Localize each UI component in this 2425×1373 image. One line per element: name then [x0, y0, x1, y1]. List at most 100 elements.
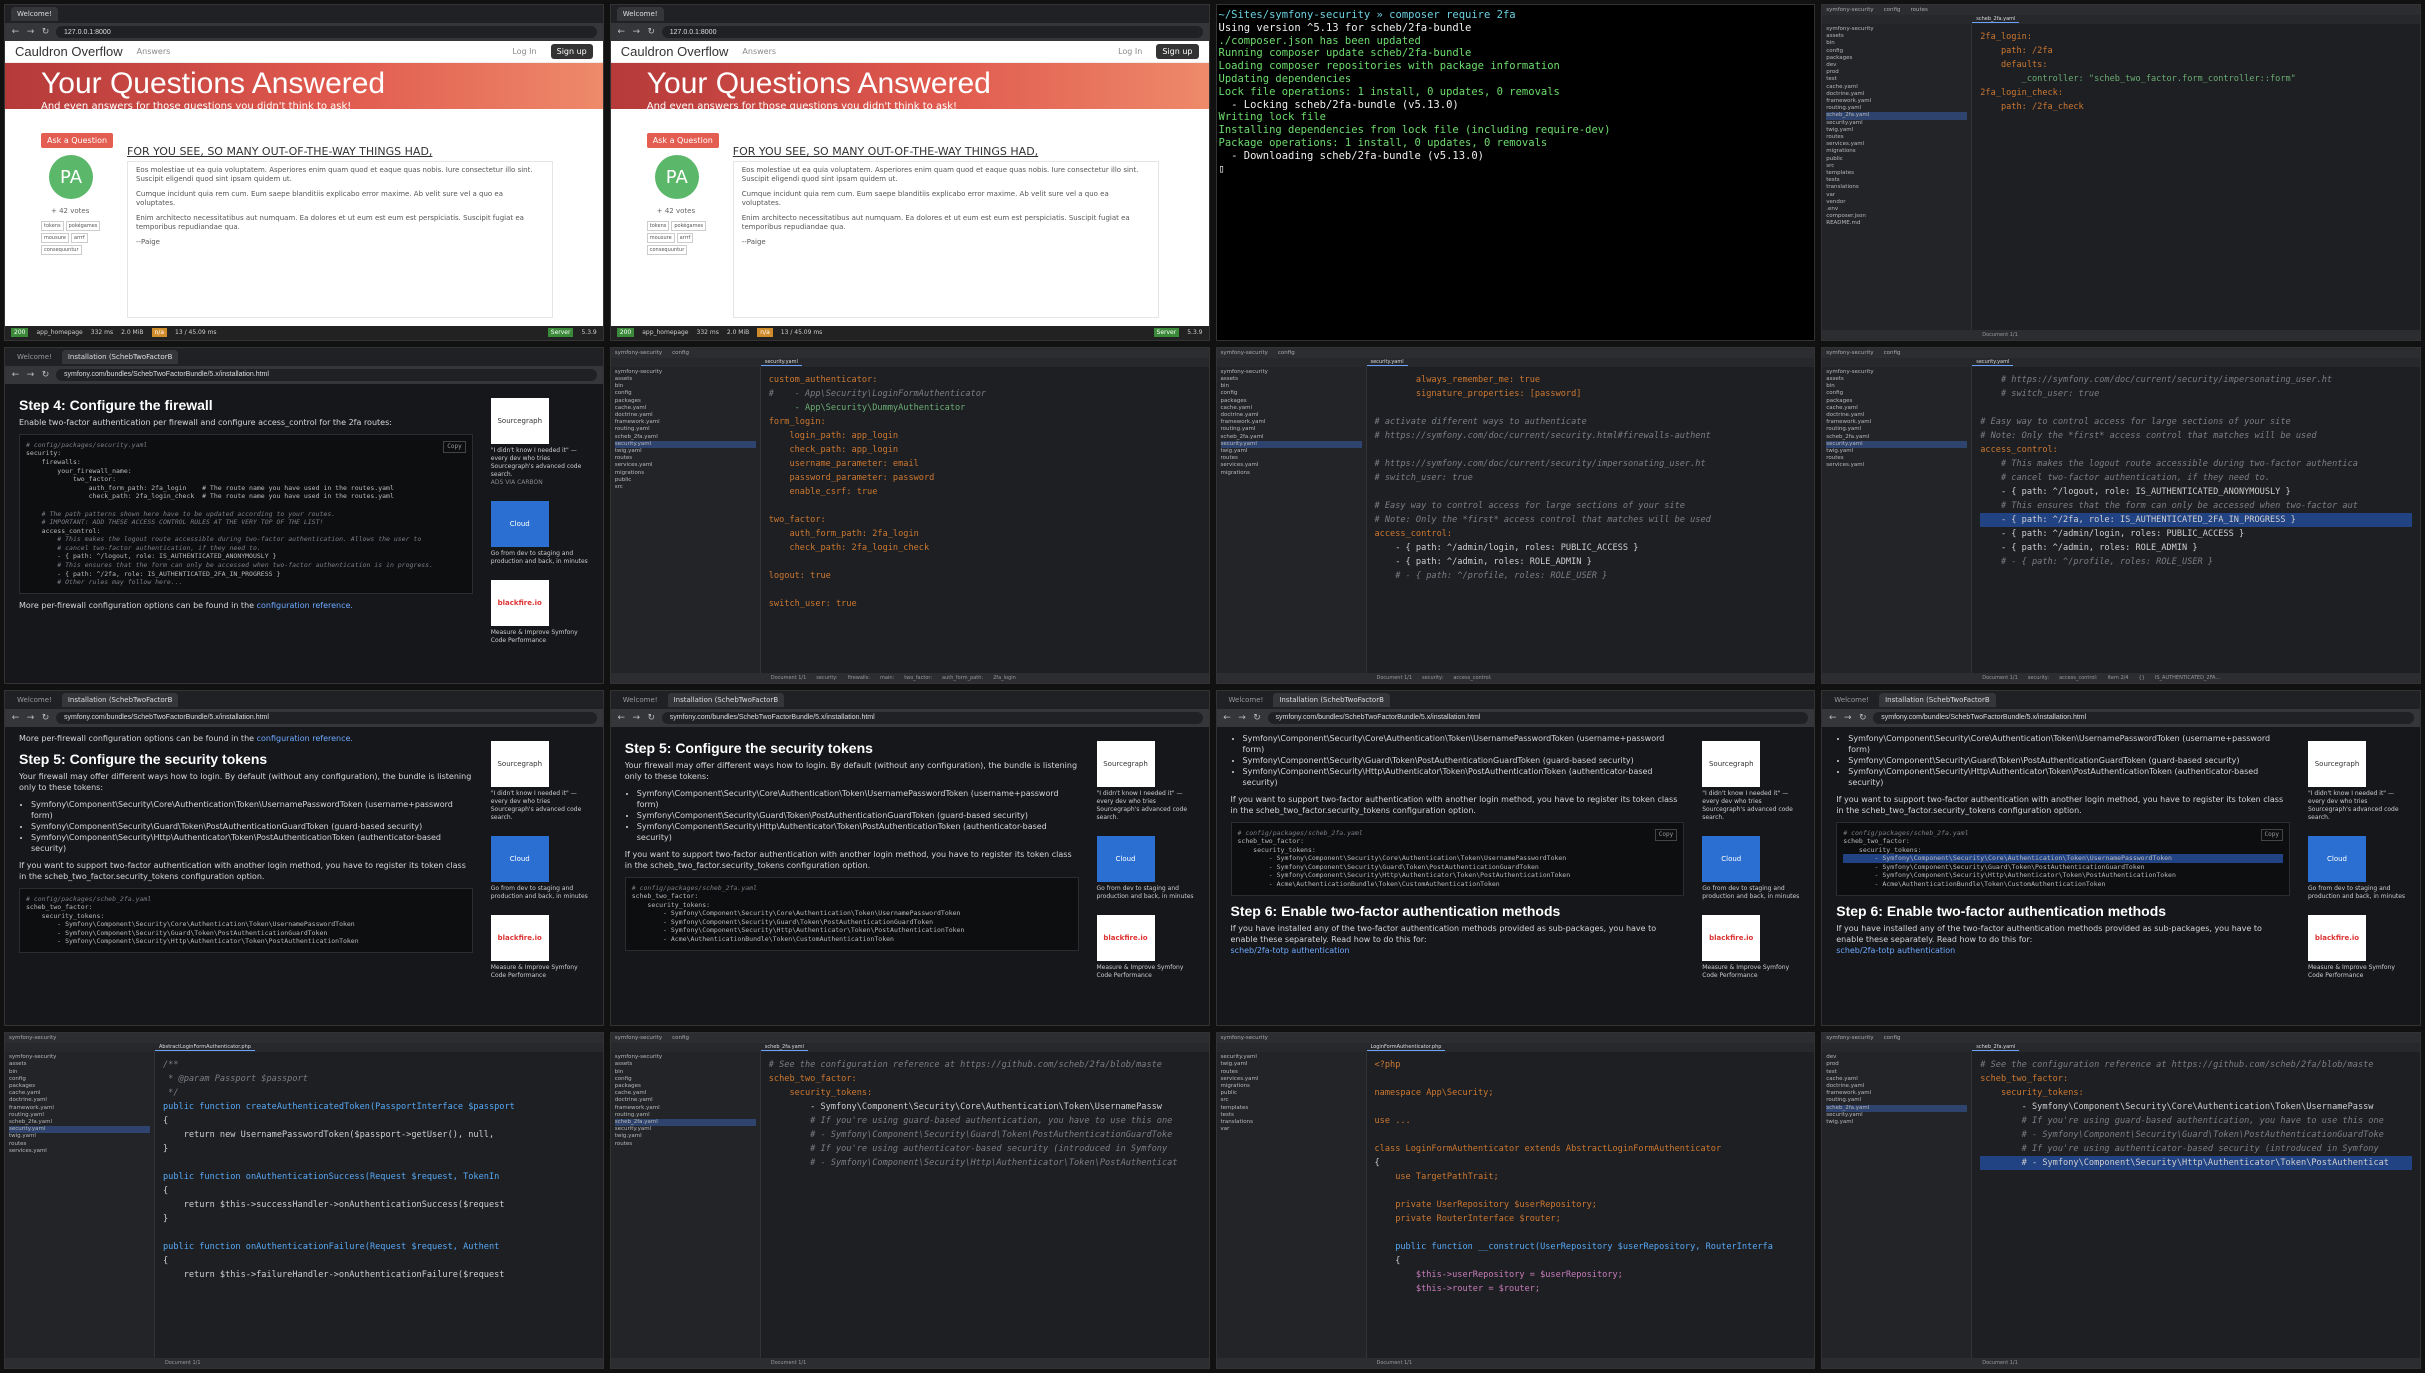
ad-cloud[interactable]: Cloud Go from dev to staging and product…: [490, 500, 591, 566]
tree-item[interactable]: routing.yaml: [9, 1112, 150, 1119]
code-block[interactable]: # config/packages/scheb_2fa.yaml scheb_t…: [624, 876, 1079, 951]
code-editor[interactable]: # See the configuration reference at htt…: [1972, 1052, 2420, 1358]
editor-tab[interactable]: scheb_2fa.yaml: [1972, 16, 2020, 23]
tree-item[interactable]: tests: [1221, 1112, 1362, 1119]
tree-item[interactable]: scheb_2fa.yaml: [9, 1119, 150, 1126]
tree-item[interactable]: routes: [9, 1141, 150, 1148]
tag[interactable]: mousure: [646, 233, 675, 243]
browser-tab[interactable]: Installation (SchebTwoFactorB: [61, 692, 179, 707]
code-block[interactable]: Copy # config/packages/scheb_2fa.yaml sc…: [1836, 821, 2290, 896]
tree-item[interactable]: scheb_2fa.yaml: [1221, 434, 1362, 441]
tree-item[interactable]: composer.json: [1826, 213, 1967, 220]
site-brand[interactable]: Cauldron Overflow: [621, 44, 729, 59]
tree-item[interactable]: config: [1826, 48, 1967, 55]
tree-item[interactable]: bin: [615, 383, 756, 390]
reload-icon[interactable]: ↻: [1253, 713, 1262, 723]
tree-item[interactable]: src: [1826, 163, 1967, 170]
browser-tab[interactable]: Welcome!: [617, 693, 664, 707]
back-icon[interactable]: ←: [617, 713, 626, 723]
tree-item[interactable]: doctrine.yaml: [615, 1097, 756, 1104]
db-time[interactable]: 13 / 45.09 ms: [175, 329, 217, 336]
tree-item[interactable]: cache.yaml: [1221, 405, 1362, 412]
code-editor[interactable]: 2fa_login: path: /2fa defaults: _control…: [1972, 24, 2420, 330]
browser-tab[interactable]: Installation (SchebTwoFactorB: [667, 692, 785, 707]
code-editor[interactable]: <?php namespace App\Security; use ... cl…: [1367, 1052, 1815, 1358]
editor-tab[interactable]: AbstractLoginFormAuthenticator.php: [155, 1044, 255, 1052]
back-icon[interactable]: ←: [11, 370, 20, 380]
tree-item[interactable]: config: [615, 390, 756, 397]
project-name[interactable]: symfony-security: [1826, 350, 1873, 356]
editor-tab[interactable]: LoginFormAuthenticator.php: [1366, 1044, 1446, 1052]
tree-item[interactable]: security.yaml: [615, 1126, 756, 1133]
browser-tab[interactable]: Welcome!: [11, 7, 58, 21]
tree-item[interactable]: symfony-security: [615, 1054, 756, 1061]
tree-item[interactable]: services.yaml: [1221, 1076, 1362, 1083]
login-link[interactable]: Log In: [512, 47, 536, 56]
tree-item[interactable]: cache.yaml: [9, 1090, 150, 1097]
time[interactable]: 332 ms: [91, 329, 113, 336]
tree-item[interactable]: packages: [1826, 398, 1967, 405]
forward-icon[interactable]: →: [26, 27, 35, 37]
totp-link[interactable]: scheb/2fa-totp authentication: [1836, 945, 2290, 956]
code-block[interactable]: Copy # config/packages/scheb_2fa.yaml sc…: [1230, 821, 1685, 896]
tree-item[interactable]: symfony-security: [615, 369, 756, 376]
ad-sourcegraph[interactable]: Sourcegraph "I didn't know I needed it" …: [490, 740, 591, 822]
config-reference-link[interactable]: configuration reference.: [257, 734, 353, 743]
copy-button[interactable]: Copy: [2260, 828, 2283, 842]
ad-sourcegraph[interactable]: Sourcegraph "I didn't know I needed it" …: [1096, 740, 1197, 822]
back-icon[interactable]: ←: [617, 27, 626, 37]
breadcrumb[interactable]: config: [672, 1035, 689, 1041]
tree-item[interactable]: twig.yaml: [1826, 127, 1967, 134]
tree-item[interactable]: security.yaml: [1220, 440, 1362, 448]
logs[interactable]: n/a: [757, 328, 773, 338]
tree-item[interactable]: routes: [1221, 455, 1362, 462]
tree-item[interactable]: symfony-security: [9, 1054, 150, 1061]
tree-item[interactable]: migrations: [615, 470, 756, 477]
tag[interactable]: pokégames: [65, 221, 101, 231]
breadcrumb[interactable]: routes: [1910, 7, 1927, 13]
tree-item[interactable]: templates: [1221, 1105, 1362, 1112]
project-name[interactable]: symfony-security: [9, 1035, 56, 1041]
ad-sourcegraph[interactable]: Sourcegraph "I didn't know I needed it" …: [1702, 740, 1802, 822]
tree-item[interactable]: .env: [1826, 206, 1967, 213]
tree-item[interactable]: twig.yaml: [1826, 1119, 1967, 1126]
signup-button[interactable]: Sign up: [550, 44, 593, 59]
code-editor[interactable]: # See the configuration reference at htt…: [761, 1052, 1209, 1358]
forward-icon[interactable]: →: [632, 713, 641, 723]
tag[interactable]: tokens: [646, 221, 670, 231]
breadcrumb[interactable]: config: [672, 350, 689, 356]
tree-item[interactable]: framework.yaml: [615, 419, 756, 426]
tree-item[interactable]: routes: [615, 455, 756, 462]
tree-item[interactable]: cache.yaml: [615, 1090, 756, 1097]
forward-icon[interactable]: →: [1238, 713, 1247, 723]
status-code[interactable]: 200: [616, 328, 635, 338]
url-input[interactable]: symfony.com/bundles/SchebTwoFactorBundle…: [661, 711, 1203, 724]
tree-item[interactable]: framework.yaml: [615, 1105, 756, 1112]
back-icon[interactable]: ←: [1223, 713, 1232, 723]
browser-tab[interactable]: Installation (SchebTwoFactorB: [1879, 692, 1996, 707]
tree-item[interactable]: bin: [9, 1069, 150, 1076]
tree-item[interactable]: cache.yaml: [615, 405, 756, 412]
tree-item[interactable]: routing.yaml: [615, 1112, 756, 1119]
editor-tab[interactable]: security.yaml: [1972, 359, 2014, 366]
ad-cloud[interactable]: Cloud Go from dev to staging and product…: [490, 835, 591, 901]
tree-item[interactable]: scheb_2fa.yaml: [1826, 112, 1968, 120]
project-name[interactable]: symfony-security: [1221, 350, 1268, 356]
tag[interactable]: consequuntur: [41, 245, 82, 255]
tree-item[interactable]: services.yaml: [1826, 141, 1967, 148]
tree-item[interactable]: packages: [615, 398, 756, 405]
tree-item[interactable]: symfony-security: [1221, 369, 1362, 376]
tree-item[interactable]: dev: [1826, 62, 1967, 69]
tree-item[interactable]: security.yaml: [1826, 120, 1967, 127]
copy-button[interactable]: Copy: [1654, 828, 1678, 842]
tree-item[interactable]: doctrine.yaml: [1826, 412, 1967, 419]
question-title[interactable]: FOR YOU SEE, SO MANY OUT-OF-THE-WAY THIN…: [127, 145, 432, 158]
tree-item[interactable]: security.yaml: [1221, 1054, 1362, 1061]
tree-item[interactable]: packages: [1826, 55, 1967, 62]
tree-item[interactable]: doctrine.yaml: [9, 1097, 150, 1104]
tree-item[interactable]: tests: [1826, 177, 1967, 184]
tree-item[interactable]: test: [1826, 76, 1967, 83]
project-name[interactable]: symfony-security: [615, 350, 662, 356]
forward-icon[interactable]: →: [26, 370, 35, 380]
tree-item[interactable]: framework.yaml: [1221, 419, 1362, 426]
